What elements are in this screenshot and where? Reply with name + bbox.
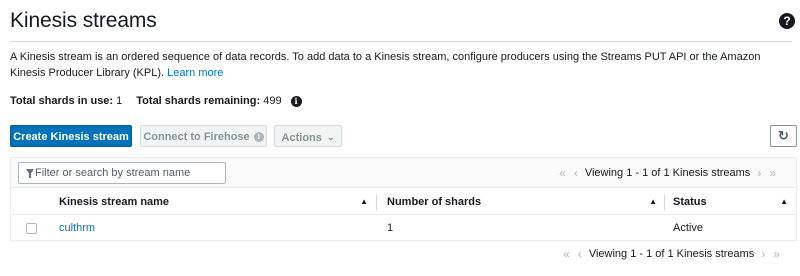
pagination-top: « ‹ Viewing 1 - 1 of 1 Kinesis streams ›… <box>555 166 780 180</box>
next-page-icon[interactable]: › <box>757 166 761 180</box>
previous-page-icon[interactable]: ‹ <box>578 247 582 261</box>
column-label: Number of shards <box>387 196 482 208</box>
refresh-button[interactable]: ↻ <box>770 125 797 147</box>
sort-ascending-icon: ▲ <box>360 197 368 206</box>
row-checkbox[interactable] <box>26 223 37 234</box>
column-header-name[interactable]: Kinesis stream name ▲ <box>59 189 376 215</box>
table-header: Kinesis stream name ▲ Number of shards ▲… <box>11 189 796 215</box>
next-page-icon[interactable]: › <box>761 247 765 261</box>
shard-summary: Total shards in use: 1 Total shards rema… <box>10 95 302 107</box>
column-divider[interactable] <box>664 194 665 210</box>
last-page-icon[interactable]: » <box>769 166 776 180</box>
chevron-down-icon: ⌄ <box>326 132 335 142</box>
table-toolbar: « ‹ Viewing 1 - 1 of 1 Kinesis streams ›… <box>11 158 796 188</box>
first-page-icon[interactable]: « <box>563 247 570 261</box>
table-row[interactable]: culthrm 1 Active <box>11 215 796 241</box>
shards-in-use-value: 1 <box>116 95 123 107</box>
column-header-shards[interactable]: Number of shards ▲ <box>387 189 665 215</box>
sort-ascending-icon: ▲ <box>780 197 788 206</box>
shards-in-use-label: Total shards in use: <box>10 95 114 107</box>
stream-name-link[interactable]: culthrm <box>59 215 95 241</box>
pagination-bottom: « ‹ Viewing 1 - 1 of 1 Kinesis streams ›… <box>559 247 784 261</box>
connect-to-firehose-button[interactable]: Connect to Firehose i <box>140 125 267 147</box>
previous-page-icon[interactable]: ‹ <box>574 166 578 180</box>
header-divider <box>10 41 792 42</box>
search-input[interactable] <box>35 164 220 182</box>
info-circle-icon[interactable]: i <box>290 95 302 107</box>
actions-label: Actions <box>281 132 322 144</box>
search-box[interactable] <box>18 162 226 184</box>
shard-count: 1 <box>387 222 394 234</box>
page-description: A Kinesis stream is an ordered sequence … <box>10 49 790 81</box>
shards-remaining-value: 499 <box>263 95 282 107</box>
description-text: A Kinesis stream is an ordered sequence … <box>10 51 761 79</box>
learn-more-link[interactable]: Learn more <box>167 67 223 79</box>
question-circle-icon[interactable]: ? <box>779 13 795 29</box>
actions-dropdown[interactable]: Actions ⌄ <box>274 125 342 147</box>
filter-icon <box>26 169 34 178</box>
first-page-icon[interactable]: « <box>559 166 566 180</box>
refresh-icon: ↻ <box>778 128 789 143</box>
column-label: Kinesis stream name <box>59 196 170 208</box>
info-circle-icon: i <box>253 132 264 142</box>
last-page-icon[interactable]: » <box>773 247 780 261</box>
firehose-button-label: Connect to Firehose <box>143 131 250 143</box>
sort-ascending-icon: ▲ <box>649 197 657 206</box>
page-title: Kinesis streams <box>10 9 157 32</box>
column-header-status[interactable]: Status ▲ <box>673 189 796 215</box>
create-stream-button[interactable]: Create Kinesis stream <box>10 125 132 147</box>
column-divider[interactable] <box>376 194 377 210</box>
streams-table-panel: « ‹ Viewing 1 - 1 of 1 Kinesis streams ›… <box>10 157 797 241</box>
shards-remaining-label: Total shards remaining: <box>136 95 261 107</box>
column-label: Status <box>673 196 707 208</box>
pagination-text: Viewing 1 - 1 of 1 Kinesis streams <box>588 248 755 260</box>
pagination-text: Viewing 1 - 1 of 1 Kinesis streams <box>584 167 751 179</box>
status-text: Active <box>673 222 703 234</box>
